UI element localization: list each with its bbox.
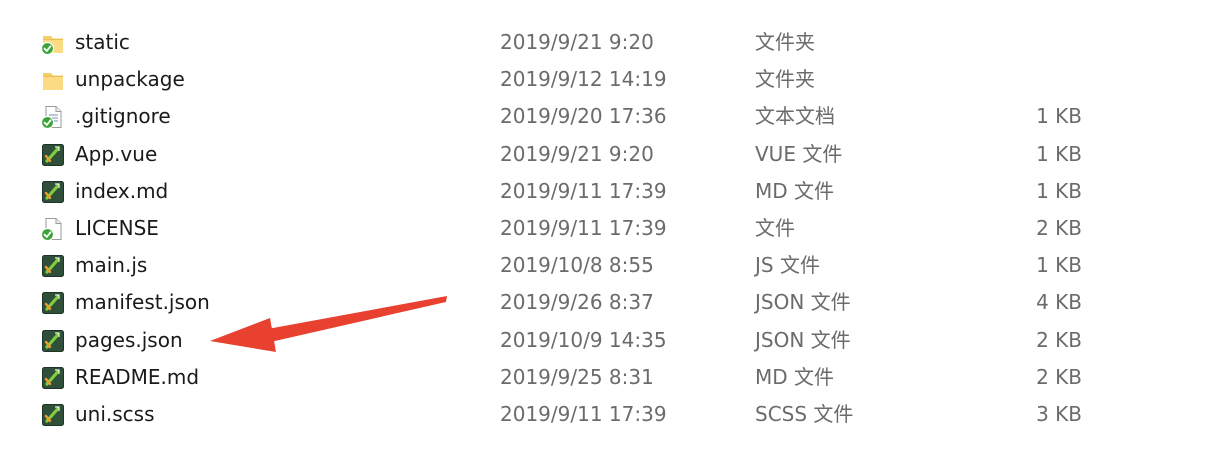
file-type: JS 文件: [755, 253, 820, 278]
editor-file-icon-graphic: [42, 403, 64, 426]
file-date: 2019/9/12 14:19: [500, 67, 667, 92]
file-size: 1 KB: [1036, 253, 1082, 278]
file-date: 2019/9/21 9:20: [500, 30, 654, 54]
file-size: 4 KB: [1036, 290, 1082, 315]
editor-file-icon-graphic: [42, 292, 64, 315]
blank-file-synced-icon-graphic: [40, 217, 62, 242]
editor-file-icon: [40, 179, 66, 205]
file-row-readme-md[interactable]: README.md 2019/9/25 8:31 MD 文件 2 KB: [0, 359, 1206, 396]
editor-file-icon: [40, 365, 66, 391]
file-size: 3 KB: [1036, 401, 1082, 426]
editor-file-icon-graphic: [42, 143, 64, 166]
file-size: 2 KB: [1036, 215, 1082, 240]
file-date: 2019/9/26 8:37: [500, 290, 654, 315]
file-row-manifest-json[interactable]: manifest.json 2019/9/26 8:37 JSON 文件 4 K…: [0, 284, 1206, 321]
file-date: 2019/10/8 8:55: [500, 253, 654, 278]
file-type: 文件夹: [755, 30, 815, 54]
file-size: 2 KB: [1036, 327, 1082, 352]
file-date: 2019/9/25 8:31: [500, 364, 654, 389]
file-type: VUE 文件: [755, 141, 843, 166]
file-date: 2019/9/11 17:39: [500, 401, 667, 426]
file-name: README.md: [75, 364, 200, 389]
file-type: SCSS 文件: [755, 401, 854, 426]
file-type: MD 文件: [755, 178, 835, 203]
editor-file-icon: [40, 290, 66, 316]
file-row-app-vue[interactable]: App.vue 2019/9/21 9:20 VUE 文件 1 KB: [0, 136, 1206, 173]
folder-synced-icon-graphic: [40, 36, 63, 56]
file-name: uni.scss: [75, 401, 155, 426]
file-size: 1 KB: [1036, 104, 1082, 129]
file-type: 文件夹: [755, 67, 815, 92]
file-row-gitignore[interactable]: .gitignore 2019/9/20 17:36 文本文档 1 KB: [0, 98, 1206, 135]
file-row-uni-scss[interactable]: uni.scss 2019/9/11 17:39 SCSS 文件 3 KB: [0, 396, 1206, 433]
file-row-static[interactable]: static 2019/9/21 9:20 文件夹: [0, 24, 1206, 61]
file-type: 文本文档: [755, 104, 835, 129]
file-date: 2019/9/21 9:20: [500, 141, 654, 166]
file-name: static: [75, 30, 130, 54]
blank-file-synced-icon: [40, 216, 66, 242]
editor-file-icon: [40, 142, 66, 168]
file-size: 1 KB: [1036, 178, 1082, 203]
file-row-unpackage[interactable]: unpackage 2019/9/12 14:19 文件夹: [0, 61, 1206, 98]
text-file-synced-icon: [40, 104, 66, 130]
file-name: .gitignore: [75, 104, 171, 129]
file-name: unpackage: [75, 67, 185, 92]
file-type: JSON 文件: [755, 290, 851, 315]
file-type: 文件: [755, 215, 795, 240]
editor-file-icon-graphic: [42, 329, 64, 352]
editor-file-icon: [40, 328, 66, 354]
editor-file-icon: [40, 402, 66, 428]
file-row-pages-json[interactable]: pages.json 2019/10/9 14:35 JSON 文件 2 KB: [0, 322, 1206, 359]
file-type: MD 文件: [755, 364, 835, 389]
editor-file-icon-graphic: [42, 180, 64, 203]
folder-icon-graphic: [43, 73, 63, 91]
file-row-index-md[interactable]: index.md 2019/9/11 17:39 MD 文件 1 KB: [0, 173, 1206, 210]
file-size: 1 KB: [1036, 141, 1082, 166]
file-row-main-js[interactable]: main.js 2019/10/8 8:55 JS 文件 1 KB: [0, 247, 1206, 284]
editor-file-icon: [40, 253, 66, 279]
file-name: manifest.json: [75, 290, 210, 315]
file-name: App.vue: [75, 141, 158, 166]
folder-synced-icon: [40, 30, 66, 56]
file-size: 2 KB: [1036, 364, 1082, 389]
file-name: main.js: [75, 253, 148, 278]
file-row-license[interactable]: LICENSE 2019/9/11 17:39 文件 2 KB: [0, 210, 1206, 247]
editor-file-icon-graphic: [42, 366, 64, 389]
file-date: 2019/9/11 17:39: [500, 178, 667, 203]
editor-file-icon-graphic: [42, 255, 64, 278]
folder-icon: [40, 67, 66, 93]
file-name: index.md: [75, 178, 169, 203]
file-type: JSON 文件: [755, 327, 851, 352]
file-date: 2019/9/11 17:39: [500, 215, 667, 240]
file-date: 2019/9/20 17:36: [500, 104, 667, 129]
file-date: 2019/10/9 14:35: [500, 327, 667, 352]
text-file-synced-icon-graphic: [40, 106, 62, 130]
file-list: static 2019/9/21 9:20 文件夹 unpackage 2019…: [0, 24, 1206, 433]
file-name: LICENSE: [75, 215, 159, 240]
file-name: pages.json: [75, 327, 183, 352]
